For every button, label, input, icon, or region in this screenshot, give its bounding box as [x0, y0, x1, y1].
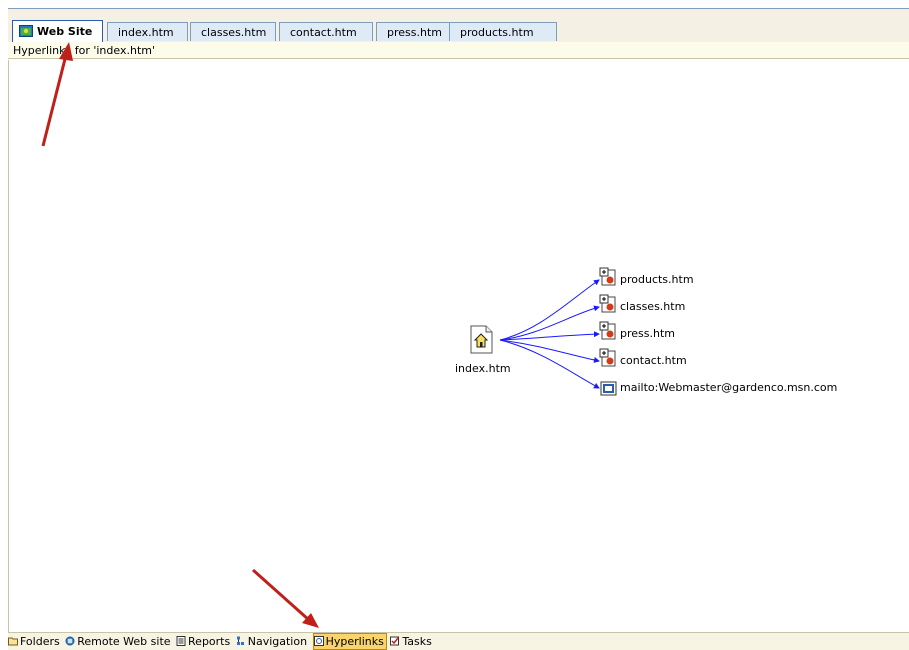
center-node-label[interactable]: index.htm	[455, 362, 511, 375]
view-reports[interactable]: Reports	[176, 633, 232, 650]
view-folders-label: Folders	[20, 635, 60, 648]
reports-icon	[176, 636, 186, 646]
view-folders[interactable]: Folders	[8, 633, 62, 650]
view-remote-web-site[interactable]: Remote Web site	[65, 633, 172, 650]
view-reports-label: Reports	[188, 635, 231, 648]
link-label-classes[interactable]: classes.htm	[620, 300, 685, 313]
link-line-products	[499, 279, 600, 341]
view-tasks[interactable]: Tasks	[390, 633, 433, 650]
mail-link-icon[interactable]	[600, 381, 617, 396]
page-expand-icon-classes[interactable]	[599, 294, 616, 313]
hyperlinks-icon	[313, 636, 324, 646]
view-hyperlinks[interactable]: Hyperlinks	[312, 633, 387, 650]
view-tasks-label: Tasks	[402, 635, 432, 648]
views-bar: Folders Remote Web site Reports Navigati…	[8, 632, 909, 650]
page-expand-icon-press[interactable]	[599, 321, 616, 340]
folder-icon	[8, 637, 18, 646]
home-page-icon[interactable]	[470, 325, 493, 354]
hyperlinks-view-window: Web Site index.htm classes.htm contact.h…	[0, 0, 909, 650]
annotation-arrow-hyperlinks	[252, 568, 319, 628]
view-remote-web-site-label: Remote Web site	[77, 635, 171, 648]
link-label-mailto[interactable]: mailto:Webmaster@gardenco.msn.com	[620, 381, 837, 394]
link-line-contact	[499, 339, 600, 363]
annotation-arrow-tab	[41, 42, 73, 147]
link-line-mailto	[499, 339, 600, 389]
view-hyperlinks-label: Hyperlinks	[325, 635, 384, 648]
view-navigation-label: Navigation	[247, 635, 308, 648]
tasks-icon	[390, 636, 400, 646]
remote-site-icon	[65, 636, 75, 646]
page-expand-icon-products[interactable]	[599, 267, 616, 286]
view-navigation[interactable]: Navigation	[236, 633, 309, 650]
hyperlinks-diagram	[41, 42, 617, 628]
link-label-products[interactable]: products.htm	[620, 273, 694, 286]
link-label-press[interactable]: press.htm	[620, 327, 675, 340]
link-label-contact[interactable]: contact.htm	[620, 354, 687, 367]
navigation-icon	[236, 636, 244, 645]
page-expand-icon-contact[interactable]	[599, 348, 616, 367]
